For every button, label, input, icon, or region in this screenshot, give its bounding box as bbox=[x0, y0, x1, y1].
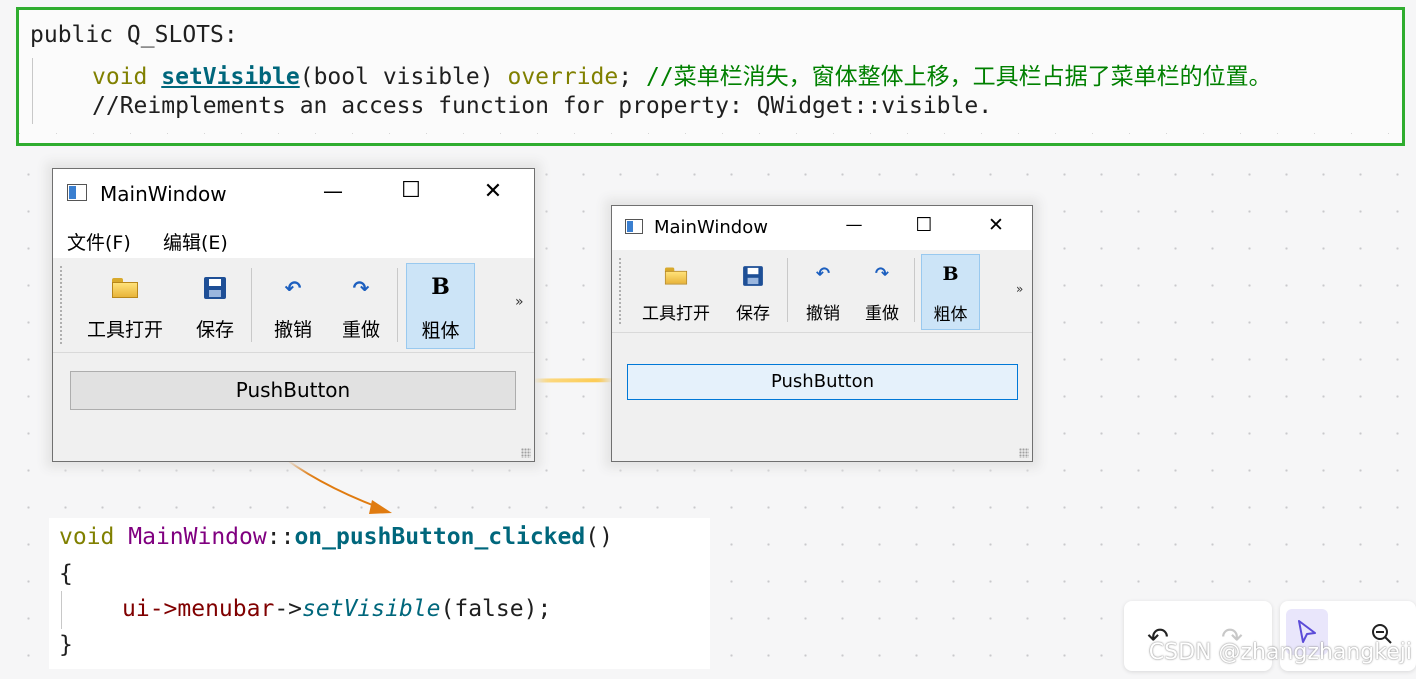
undo-icon: ↶ bbox=[284, 276, 302, 300]
toolbar-undo-label: 撤销 bbox=[806, 304, 840, 324]
code-call-args: (false); bbox=[440, 596, 552, 622]
slot-function-name: on_pushButton_clicked bbox=[294, 524, 586, 550]
toolbar-redo-label: 重做 bbox=[341, 319, 380, 341]
code-line-signature: void MainWindow::on_pushButton_clicked() bbox=[59, 524, 613, 550]
save-icon bbox=[204, 277, 226, 299]
redo-icon: ↷ bbox=[352, 276, 370, 300]
code-parens: () bbox=[585, 524, 613, 550]
toolbar-bold-label: 粗体 bbox=[421, 320, 460, 342]
mainwindow-before: MainWindow — ☐ ✕ 文件(F) 编辑(E) 工具打开 保存 ↶ 撤… bbox=[52, 168, 535, 462]
code-snippet-slot: void MainWindow::on_pushButton_clicked()… bbox=[49, 518, 710, 669]
toolbar-save-label: 保存 bbox=[195, 319, 234, 341]
toolbar-separator bbox=[397, 268, 398, 342]
bold-icon: B bbox=[431, 274, 450, 300]
toolbar-overflow-chevron[interactable]: » bbox=[515, 294, 524, 310]
toolbar-undo-button[interactable]: ↶ 撤销 bbox=[798, 256, 848, 328]
toolbar-separator bbox=[914, 258, 915, 322]
toolbar-separator bbox=[251, 268, 252, 342]
maximize-button[interactable]: ☐ bbox=[906, 214, 942, 236]
scope-operator: :: bbox=[266, 524, 295, 550]
window-title: MainWindow bbox=[654, 217, 768, 238]
maximize-button[interactable]: ☐ bbox=[391, 178, 431, 203]
toolbar-overflow-chevron[interactable]: » bbox=[1016, 282, 1023, 296]
code-open-brace: { bbox=[59, 561, 73, 587]
toolbar-open-button[interactable]: 工具打开 bbox=[634, 256, 718, 328]
app-window-icon bbox=[625, 219, 643, 234]
class-name: MainWindow bbox=[128, 524, 267, 550]
toolbar-redo-button[interactable]: ↷ 重做 bbox=[857, 256, 907, 328]
code-arrow-op: -> bbox=[274, 596, 303, 622]
toolbar-redo-label: 重做 bbox=[865, 304, 899, 324]
size-grip[interactable] bbox=[521, 448, 531, 458]
push-button[interactable]: PushButton bbox=[627, 364, 1018, 400]
title-bar: MainWindow — ☐ ✕ bbox=[53, 169, 534, 220]
close-button[interactable]: ✕ bbox=[978, 214, 1014, 236]
toolbar-bold-button[interactable]: B 粗体 bbox=[921, 254, 980, 330]
menu-bar: 文件(F) 编辑(E) bbox=[53, 220, 534, 258]
toolbar-open-label: 工具打开 bbox=[86, 319, 163, 341]
toolbar-undo-button[interactable]: ↶ 撤销 bbox=[265, 264, 321, 346]
toolbar-open-button[interactable]: 工具打开 bbox=[79, 264, 171, 346]
folder-open-icon bbox=[112, 278, 138, 298]
toolbar-open-label: 工具打开 bbox=[642, 304, 710, 324]
code-call-setvisible: setVisible bbox=[302, 596, 441, 622]
app-window-icon bbox=[67, 184, 87, 201]
toolbar-save-button[interactable]: 保存 bbox=[187, 264, 243, 346]
toolbar-bold-label: 粗体 bbox=[933, 305, 968, 325]
mainwindow-after: MainWindow — ☐ ✕ 工具打开 保存 ↶ 撤销 ↷ 重做 B 粗体 … bbox=[611, 205, 1033, 462]
tool-bar: 工具打开 保存 ↶ 撤销 ↷ 重做 B 粗体 » bbox=[53, 258, 534, 353]
menu-edit[interactable]: 编辑(E) bbox=[163, 228, 228, 255]
minimize-button[interactable]: — bbox=[836, 215, 872, 235]
menu-file[interactable]: 文件(F) bbox=[67, 228, 131, 255]
toolbar-undo-label: 撤销 bbox=[273, 319, 312, 341]
toolbar-bold-button[interactable]: B 粗体 bbox=[406, 263, 475, 349]
toolbar-separator bbox=[787, 258, 788, 322]
toolbar-save-label: 保存 bbox=[736, 304, 770, 324]
size-grip[interactable] bbox=[1019, 448, 1029, 458]
bold-icon: B bbox=[942, 263, 959, 285]
push-button[interactable]: PushButton bbox=[70, 371, 516, 410]
code-member-menubar: menubar bbox=[177, 596, 275, 622]
undo-icon: ↶ bbox=[815, 264, 831, 284]
folder-open-icon bbox=[664, 267, 688, 285]
tool-bar: 工具打开 保存 ↶ 撤销 ↷ 重做 B 粗体 » bbox=[612, 250, 1032, 333]
minimize-button[interactable]: — bbox=[313, 179, 353, 203]
indent-guide bbox=[61, 591, 62, 629]
toolbar-redo-button[interactable]: ↷ 重做 bbox=[333, 264, 389, 346]
code-line-body: ui->menubar->setVisible(false); bbox=[122, 596, 551, 622]
save-icon bbox=[743, 266, 763, 286]
window-title: MainWindow bbox=[100, 182, 227, 206]
toolbar-save-button[interactable]: 保存 bbox=[728, 256, 778, 328]
code-ui: ui-> bbox=[122, 596, 178, 622]
arrowhead-orange bbox=[369, 500, 392, 514]
title-bar: MainWindow — ☐ ✕ bbox=[612, 206, 1032, 250]
watermark: CSDN @zhangzhangkeji bbox=[1148, 640, 1412, 665]
toolbar-grip[interactable] bbox=[619, 258, 621, 324]
redo-icon: ↷ bbox=[874, 264, 890, 284]
code-close-brace: } bbox=[59, 632, 73, 658]
toolbar-grip[interactable] bbox=[60, 266, 62, 344]
close-button[interactable]: ✕ bbox=[473, 179, 513, 204]
keyword-void: void bbox=[59, 524, 115, 550]
